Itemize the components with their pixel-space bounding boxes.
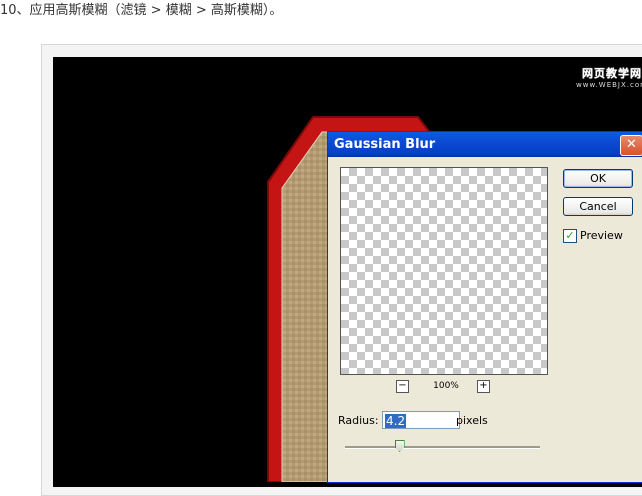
radius-slider-thumb[interactable] [394, 440, 405, 452]
zoom-controls: − 100% + [396, 380, 496, 394]
ok-button[interactable]: OK [563, 169, 633, 188]
zoom-out-button[interactable]: − [396, 380, 409, 393]
zoom-level: 100% [433, 381, 459, 391]
radius-slider-track[interactable] [345, 446, 540, 449]
preview-label: Preview [580, 229, 623, 242]
radius-row: Radius: 4.2 pixels [338, 410, 538, 432]
close-icon[interactable]: ✕ [620, 135, 642, 156]
watermark-title: 网页教学网 [582, 67, 642, 80]
units-label: pixels [456, 414, 488, 427]
radius-label: Radius: [338, 414, 379, 427]
dialog-title: Gaussian Blur [334, 137, 436, 152]
preview-checkbox[interactable]: ✓ [563, 229, 577, 243]
dialog-titlebar[interactable]: Gaussian Blur [328, 132, 642, 157]
zoom-in-button[interactable]: + [477, 380, 490, 393]
preview-canvas[interactable] [340, 167, 548, 375]
step-caption: 10、应用高斯模糊（滤镜 > 模糊 > 高斯模糊）。 [0, 3, 283, 18]
gaussian-blur-dialog: Gaussian Blur ✕ − 100% + OK Cancel ✓ Pre… [327, 131, 642, 483]
radius-value: 4.2 [385, 414, 407, 428]
cancel-button[interactable]: Cancel [563, 197, 633, 216]
radius-input[interactable]: 4.2 [382, 411, 460, 429]
